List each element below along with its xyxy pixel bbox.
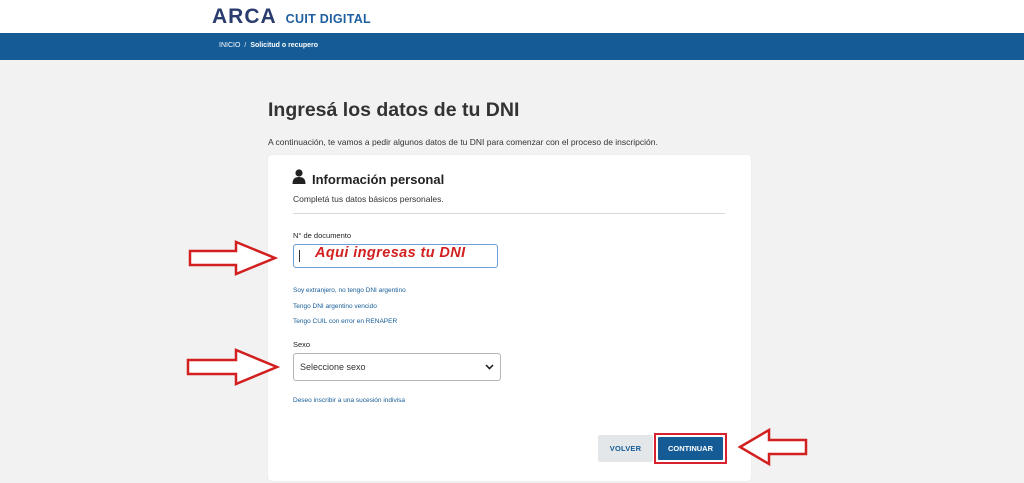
logo-sub-text: CUIT DIGITAL (285, 12, 371, 26)
link-expired-dni[interactable]: Tengo DNI argentino vencido (293, 303, 377, 310)
continue-highlight-box: CONTINUAR (654, 433, 727, 464)
continue-button[interactable]: CONTINUAR (658, 437, 723, 460)
card-title: Información personal (312, 171, 445, 187)
breadcrumb-current: Solicitud o recupero (250, 42, 319, 49)
annotation-arrow-sex (186, 348, 280, 386)
arca-logo[interactable]: ARCA CUIT DIGITAL (212, 5, 371, 29)
card-header: Información personal (292, 169, 444, 189)
sex-select-value: Seleccione sexo (300, 362, 366, 372)
card-divider (293, 213, 725, 214)
page-intro: A continuación, te vamos a pedir algunos… (268, 137, 658, 147)
breadcrumb: INICIO / Solicitud o recupero (219, 42, 318, 49)
chevron-down-icon (485, 362, 494, 372)
navigation-bar: INICIO / Solicitud o recupero (0, 33, 1024, 60)
document-number-label: N° de documento (293, 231, 352, 240)
annotation-dni-note: Aqui ingresas tu DNI (315, 245, 466, 261)
annotation-arrow-continue (737, 427, 808, 467)
top-header: ARCA CUIT DIGITAL (0, 0, 1024, 33)
page-title: Ingresá los datos de tu DNI (268, 99, 520, 121)
link-foreigner-no-dni[interactable]: Soy extranjero, no tengo DNI argentino (293, 287, 406, 294)
back-button[interactable]: VOLVER (598, 435, 653, 462)
annotation-arrow-document (188, 240, 278, 276)
sex-label: Sexo (293, 340, 311, 349)
user-icon (292, 169, 306, 189)
logo-main-text: ARCA (212, 5, 277, 28)
link-succession[interactable]: Deseo inscribir a una sucesión indivisa (293, 397, 405, 404)
breadcrumb-separator: / (244, 42, 247, 49)
personal-info-card: Información personal Completá tus datos … (268, 155, 751, 481)
link-cuil-error-renaper[interactable]: Tengo CUIL con error en RENAPER (293, 318, 397, 325)
sex-select[interactable]: Seleccione sexo (293, 353, 501, 381)
breadcrumb-home[interactable]: INICIO (219, 42, 240, 49)
card-subtitle: Completá tus datos básicos personales. (293, 194, 444, 204)
text-cursor (299, 250, 300, 262)
